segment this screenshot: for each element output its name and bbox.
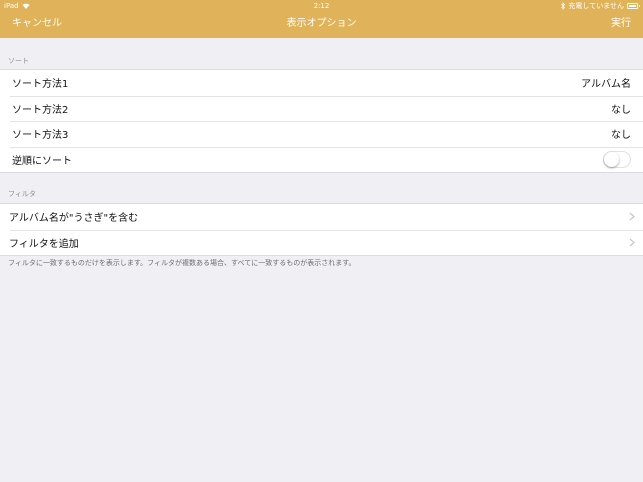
bluetooth-icon bbox=[561, 2, 566, 10]
sort-method-2-label: ソート方法2 bbox=[12, 104, 69, 116]
chevron-right-icon bbox=[629, 238, 635, 247]
toggle-knob bbox=[604, 151, 619, 167]
reverse-sort-toggle[interactable] bbox=[603, 150, 631, 168]
add-filter-row[interactable]: フィルタを追加 bbox=[0, 229, 643, 256]
page-title: 表示オプション bbox=[286, 18, 357, 29]
sort-section-header: ソート bbox=[8, 57, 29, 65]
sort-group: ソート方法1 アルバム名 ソート方法2 なし ソート方法3 なし 逆順にソート bbox=[0, 69, 643, 173]
run-button[interactable]: 実行 bbox=[611, 17, 631, 31]
sort-method-1-value: アルバム名 bbox=[581, 79, 631, 91]
sort-method-2-row[interactable]: ソート方法2 なし bbox=[0, 95, 643, 122]
add-filter-label: フィルタを追加 bbox=[9, 238, 79, 250]
cancel-button[interactable]: キャンセル bbox=[12, 17, 62, 31]
navigation-bar: iPad 2:12 充電していません キャンセル 表示オプション 実行 bbox=[0, 0, 643, 38]
chevron-right-icon bbox=[629, 212, 635, 221]
sort-method-2-value: なし bbox=[611, 104, 631, 116]
sort-method-1-label: ソート方法1 bbox=[12, 79, 69, 91]
battery-icon bbox=[627, 3, 640, 9]
reverse-sort-label: 逆順にソート bbox=[12, 155, 72, 167]
sort-method-3-row[interactable]: ソート方法3 なし bbox=[0, 121, 643, 147]
filter-section-header: フィルタ bbox=[8, 190, 36, 198]
filter-item-label: アルバム名が"うさぎ"を含む bbox=[9, 213, 139, 225]
sort-method-3-label: ソート方法3 bbox=[12, 130, 69, 142]
charging-status: 充電していません bbox=[568, 2, 624, 10]
filter-group: アルバム名が"うさぎ"を含む フィルタを追加 bbox=[0, 203, 643, 256]
sort-method-1-row[interactable]: ソート方法1 アルバム名 bbox=[0, 70, 643, 96]
status-bar-right: 充電していません bbox=[561, 1, 640, 11]
sort-method-3-value: なし bbox=[611, 130, 631, 142]
reverse-sort-row: 逆順にソート bbox=[0, 146, 643, 173]
filter-item-row[interactable]: アルバム名が"うさぎ"を含む bbox=[0, 204, 643, 230]
status-time: 2:12 bbox=[313, 2, 330, 10]
filter-footer-note: フィルタに一致するものだけを表示します。フィルタが複数ある場合、すべてに一致する… bbox=[8, 259, 356, 267]
